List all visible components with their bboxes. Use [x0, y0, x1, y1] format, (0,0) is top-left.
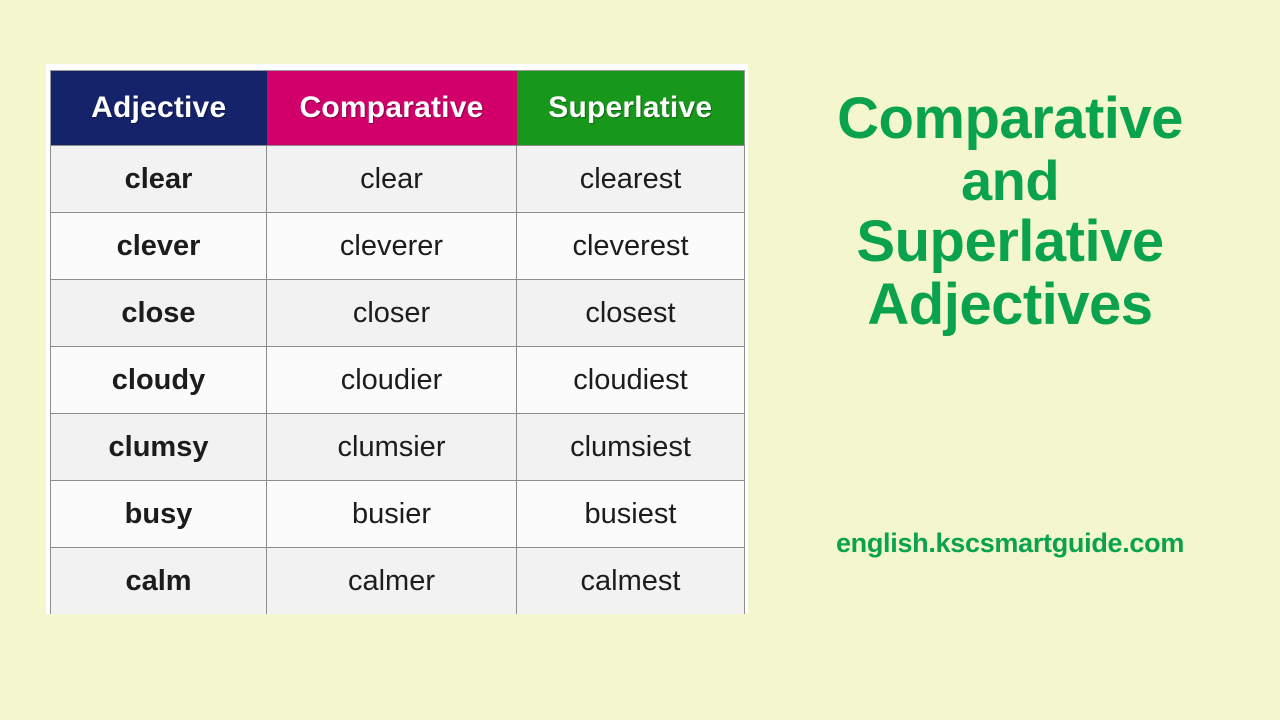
- table-header: Adjective Comparative Superlative: [50, 70, 745, 146]
- adjective-table-figure: Adjective Comparative Superlative clear …: [46, 64, 748, 614]
- table-row: busy busier busiest: [50, 480, 745, 548]
- cell-adjective: calm: [50, 547, 267, 614]
- table-row: cloudy cloudier cloudiest: [50, 346, 745, 414]
- cell-comparative: clumsier: [266, 413, 517, 481]
- cell-comparative: calmer: [266, 547, 517, 614]
- table-header-row: Adjective Comparative Superlative: [50, 70, 745, 146]
- table-body: clear clear clearest clever cleverer cle…: [50, 145, 745, 614]
- cell-superlative: clearest: [516, 145, 745, 213]
- cell-superlative: calmest: [516, 547, 745, 614]
- cell-adjective: close: [50, 279, 267, 347]
- table-row: calm calmer calmest: [50, 547, 745, 614]
- page-title: Comparative and Superlative Adjectives: [770, 86, 1250, 337]
- cell-adjective: clumsy: [50, 413, 267, 481]
- adjective-forms-table: Adjective Comparative Superlative clear …: [50, 70, 745, 614]
- title-line-1: Comparative: [837, 86, 1183, 151]
- table-row: close closer closest: [50, 279, 745, 347]
- title-line-2: and: [960, 148, 1060, 212]
- cell-superlative: cloudiest: [516, 346, 745, 414]
- slide-canvas: Adjective Comparative Superlative clear …: [0, 0, 1280, 720]
- cell-comparative: busier: [266, 480, 517, 548]
- title-line-4: Adjectives: [867, 271, 1153, 337]
- cell-comparative: cleverer: [266, 212, 517, 280]
- cell-adjective: busy: [50, 480, 267, 548]
- cell-superlative: closest: [516, 279, 745, 347]
- table-row: clear clear clearest: [50, 145, 745, 213]
- column-header-comparative: Comparative: [266, 70, 517, 146]
- site-url-watermark: english.kscsmartguide.com: [835, 528, 1185, 558]
- cell-adjective: cloudy: [50, 346, 267, 414]
- cell-superlative: cleverest: [516, 212, 745, 280]
- table-row: clumsy clumsier clumsiest: [50, 413, 745, 481]
- column-header-adjective: Adjective: [50, 70, 267, 146]
- cell-comparative: clear: [266, 145, 517, 213]
- cell-comparative: closer: [266, 279, 517, 347]
- cell-superlative: clumsiest: [516, 413, 745, 481]
- cell-adjective: clear: [50, 145, 267, 213]
- cell-adjective: clever: [50, 212, 267, 280]
- table-row: clever cleverer cleverest: [50, 212, 745, 280]
- title-line-3: Superlative: [856, 209, 1164, 275]
- column-header-superlative: Superlative: [516, 70, 745, 146]
- cell-superlative: busiest: [516, 480, 745, 548]
- cell-comparative: cloudier: [266, 346, 517, 414]
